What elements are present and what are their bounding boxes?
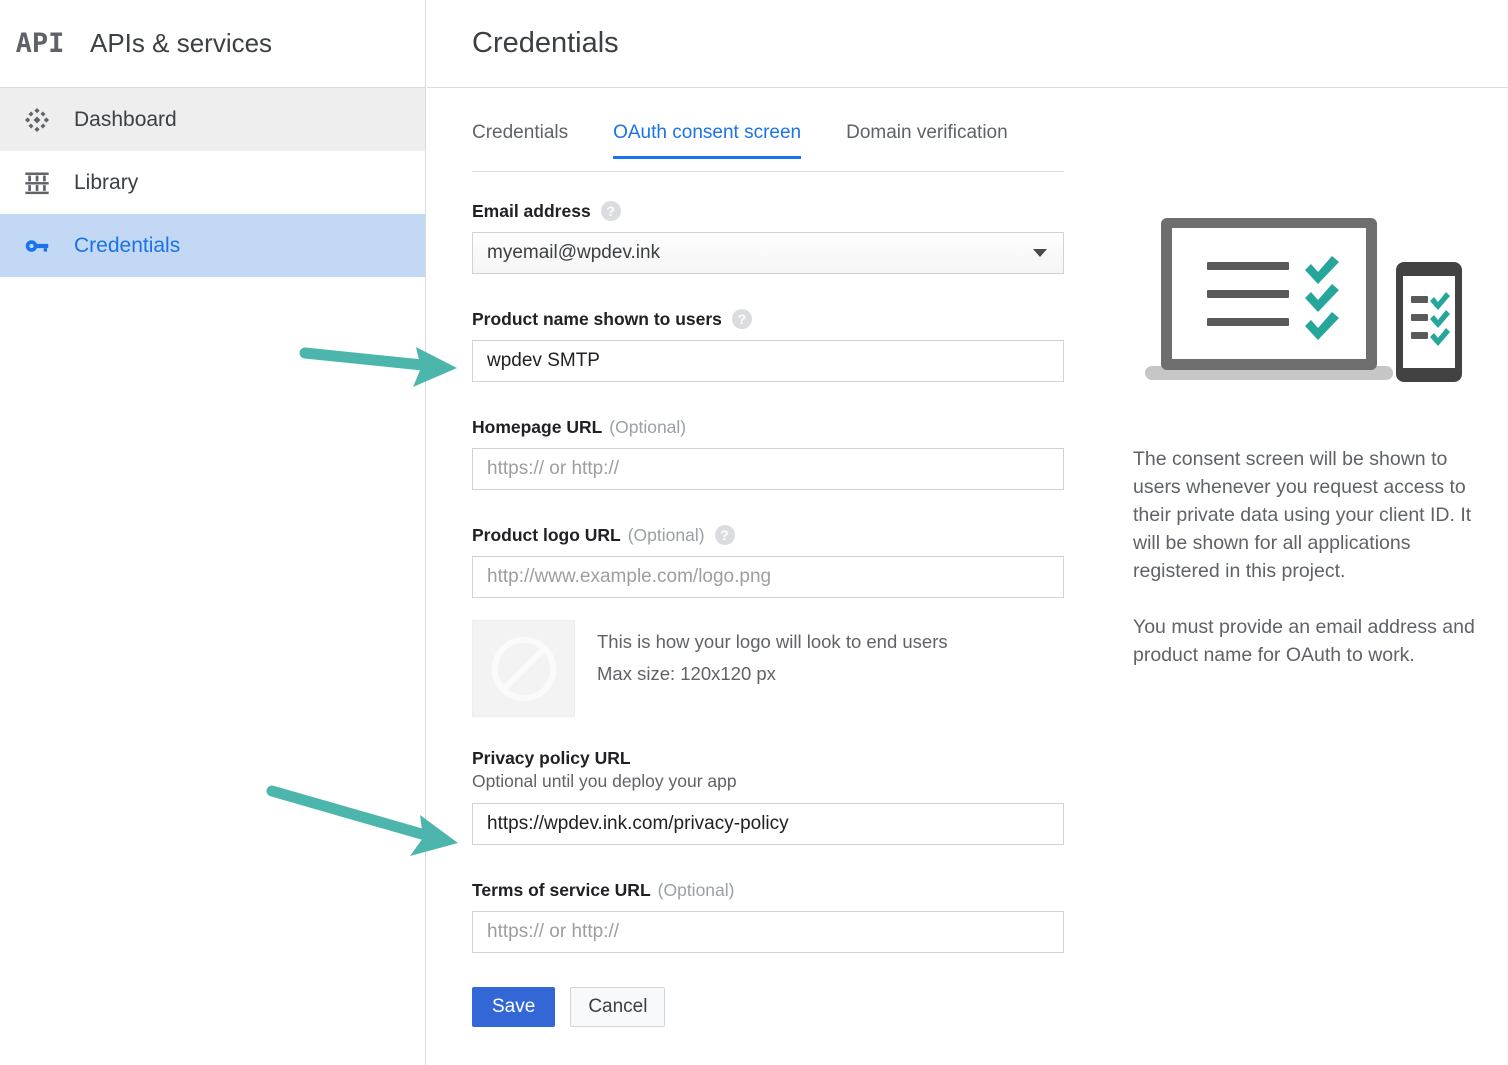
terms-of-service-url-placeholder: https:// or http:// bbox=[487, 921, 619, 943]
logo-preview-text: This is how your logo will look to end u… bbox=[597, 620, 948, 690]
privacy-policy-url-value: https://wpdev.ink.com/privacy-policy bbox=[487, 813, 789, 835]
info-paragraph-1: The consent screen will be shown to user… bbox=[1133, 445, 1493, 585]
field-product-logo-url: Product logo URL (Optional) ? http://www… bbox=[472, 524, 1064, 598]
sidebar-item-label: Dashboard bbox=[74, 108, 177, 132]
dashboard-icon bbox=[0, 105, 74, 135]
sidebar-item-library[interactable]: Library bbox=[0, 151, 425, 214]
terms-of-service-url-label: Terms of service URL (Optional) bbox=[472, 879, 1064, 901]
sidebar-nav: Dashboard bbox=[0, 88, 425, 277]
spacer bbox=[472, 490, 1064, 524]
logo-preview-box bbox=[472, 620, 575, 717]
sidebar: API APIs & services bbox=[0, 0, 426, 1065]
field-homepage-url: Homepage URL (Optional) https:// or http… bbox=[472, 416, 1064, 490]
homepage-url-label-text: Homepage URL bbox=[472, 416, 602, 438]
email-address-select[interactable]: myemail@wpdev.ink bbox=[472, 232, 1064, 274]
tab-credentials[interactable]: Credentials bbox=[472, 122, 568, 158]
email-address-label: Email address ? bbox=[472, 200, 1064, 222]
spacer bbox=[472, 717, 1064, 747]
sidebar-item-label: Credentials bbox=[74, 234, 180, 258]
field-privacy-policy-url: Privacy policy URL Optional until you de… bbox=[472, 747, 1064, 845]
help-icon[interactable]: ? bbox=[715, 525, 735, 545]
form-actions: Save Cancel bbox=[472, 987, 1064, 1027]
main-header: Credentials bbox=[427, 0, 1508, 88]
sidebar-item-credentials[interactable]: Credentials bbox=[0, 214, 425, 277]
page-title: Credentials bbox=[472, 27, 619, 60]
field-terms-of-service-url: Terms of service URL (Optional) https://… bbox=[472, 879, 1064, 953]
product-name-value: wpdev SMTP bbox=[487, 350, 600, 372]
tab-bar: Credentials OAuth consent screen Domain … bbox=[472, 122, 1064, 172]
info-paragraph-2: You must provide an email address and pr… bbox=[1133, 613, 1493, 669]
product-logo-url-placeholder: http://www.example.com/logo.png bbox=[487, 566, 771, 588]
product-logo-url-input[interactable]: http://www.example.com/logo.png bbox=[472, 556, 1064, 598]
credentials-page: API APIs & services bbox=[0, 0, 1508, 1065]
product-name-label: Product name shown to users ? bbox=[472, 308, 1064, 330]
tab-domain-verification[interactable]: Domain verification bbox=[846, 122, 1008, 158]
optional-tag: (Optional) bbox=[658, 879, 735, 901]
api-logo-icon: API bbox=[12, 28, 68, 59]
email-address-label-text: Email address bbox=[472, 200, 591, 222]
oauth-consent-form: Email address ? myemail@wpdev.ink Produc… bbox=[472, 200, 1064, 1027]
homepage-url-label: Homepage URL (Optional) bbox=[472, 416, 1064, 438]
logo-preview-line-1: This is how your logo will look to end u… bbox=[597, 626, 948, 658]
help-icon[interactable]: ? bbox=[732, 309, 752, 329]
sidebar-item-dashboard[interactable]: Dashboard bbox=[0, 88, 425, 151]
sidebar-item-label: Library bbox=[74, 171, 138, 195]
no-image-icon bbox=[486, 631, 562, 707]
optional-tag: (Optional) bbox=[628, 524, 705, 546]
homepage-url-placeholder: https:// or http:// bbox=[487, 458, 619, 480]
field-email-address: Email address ? myemail@wpdev.ink bbox=[472, 200, 1064, 274]
chevron-down-icon bbox=[1033, 249, 1047, 257]
product-name-input[interactable]: wpdev SMTP bbox=[472, 340, 1064, 382]
privacy-policy-url-label: Privacy policy URL bbox=[472, 747, 1064, 769]
tab-oauth-consent-screen[interactable]: OAuth consent screen bbox=[613, 122, 801, 158]
logo-preview: This is how your logo will look to end u… bbox=[472, 620, 1064, 717]
terms-of-service-url-input[interactable]: https:// or http:// bbox=[472, 911, 1064, 953]
info-panel-text: The consent screen will be shown to user… bbox=[1133, 445, 1493, 669]
spacer bbox=[472, 845, 1064, 879]
spacer bbox=[472, 274, 1064, 308]
field-product-name: Product name shown to users ? wpdev SMTP bbox=[472, 308, 1064, 382]
product-logo-url-label-text: Product logo URL bbox=[472, 524, 621, 546]
info-panel: The consent screen will be shown to user… bbox=[1133, 200, 1493, 669]
privacy-policy-url-sublabel: Optional until you deploy your app bbox=[472, 770, 1064, 793]
email-address-value: myemail@wpdev.ink bbox=[487, 242, 660, 264]
cancel-button[interactable]: Cancel bbox=[570, 987, 665, 1027]
spacer bbox=[472, 382, 1064, 416]
save-button[interactable]: Save bbox=[472, 987, 555, 1027]
key-icon bbox=[0, 231, 74, 261]
optional-tag: (Optional) bbox=[609, 416, 686, 438]
app-title: APIs & services bbox=[90, 28, 272, 59]
product-logo-url-label: Product logo URL (Optional) ? bbox=[472, 524, 1064, 546]
logo-preview-line-2: Max size: 120x120 px bbox=[597, 658, 948, 690]
homepage-url-input[interactable]: https:// or http:// bbox=[472, 448, 1064, 490]
help-icon[interactable]: ? bbox=[601, 201, 621, 221]
product-name-label-text: Product name shown to users bbox=[472, 308, 722, 330]
terms-of-service-url-label-text: Terms of service URL bbox=[472, 879, 651, 901]
privacy-policy-url-label-text: Privacy policy URL bbox=[472, 747, 631, 769]
privacy-policy-url-input[interactable]: https://wpdev.ink.com/privacy-policy bbox=[472, 803, 1064, 845]
library-icon bbox=[0, 169, 74, 197]
sidebar-header: API APIs & services bbox=[0, 0, 425, 88]
devices-checklist-illustration bbox=[1133, 200, 1489, 410]
